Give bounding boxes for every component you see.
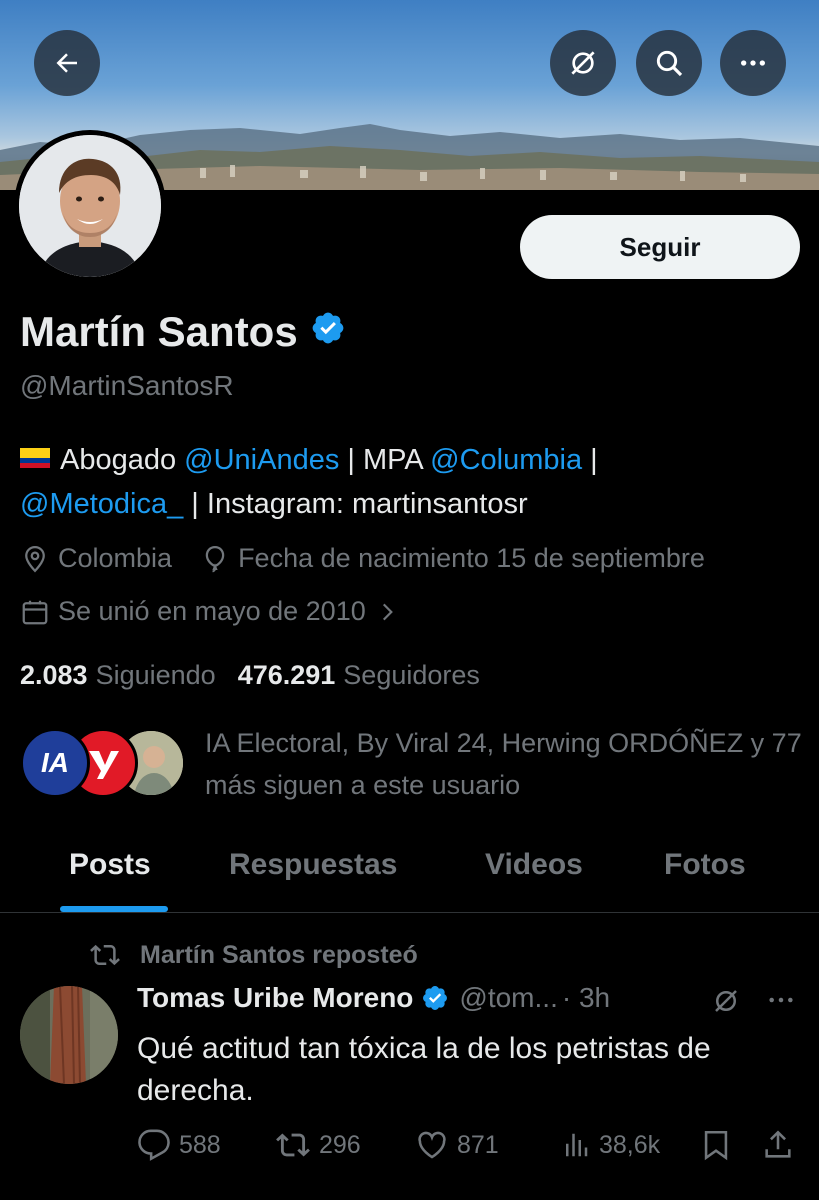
like-count: 871 (457, 1130, 499, 1159)
reply-action[interactable]: 588 (137, 1128, 221, 1162)
bio-link-columbia[interactable]: @Columbia (430, 444, 582, 476)
bio-text-1: Abogado (60, 444, 185, 476)
repost-icon (90, 944, 120, 966)
post-grok-icon[interactable] (711, 986, 741, 1023)
bookmark-icon (704, 1130, 728, 1161)
bio-text-3: | (582, 444, 598, 476)
more-options-button[interactable] (720, 30, 786, 96)
bio-link-metodica[interactable]: @Metodica_ (20, 488, 183, 520)
profile-name: Martín Santos (20, 308, 298, 355)
birthday-text: Fecha de nacimiento 15 de septiembre (238, 543, 705, 573)
profile-bio: Abogado @UniAndes | MPA @Columbia | @Meto… (20, 438, 800, 526)
location-icon (25, 545, 45, 572)
location-item: Colombia (20, 543, 172, 574)
bio-text-4: | Instagram: martinsantosr (183, 488, 528, 520)
post-header: Tomas Uribe Moreno @tom... · 3h (137, 982, 802, 1014)
profile-handle: @MartinSantosR (20, 370, 234, 401)
repost-indicator[interactable]: Martín Santos reposteó (88, 940, 418, 970)
tab-respuestas[interactable]: Respuestas (229, 848, 397, 882)
profile-tabs: Posts Respuestas Videos Fotos (0, 830, 819, 913)
post-author-avatar[interactable] (20, 986, 118, 1084)
profile-name-row: Martín Santos (20, 308, 346, 356)
repost-label: Martín Santos reposteó (140, 940, 418, 969)
calendar-icon (22, 600, 48, 624)
follow-button[interactable]: Seguir (520, 215, 800, 279)
like-icon (418, 1131, 446, 1159)
verified-badge-icon[interactable] (310, 308, 346, 356)
bio-text-2: | MPA (339, 444, 431, 476)
repost-icon (276, 1133, 310, 1157)
following-count[interactable]: 2.083 (20, 660, 88, 691)
views-action[interactable]: 38,6k (561, 1128, 660, 1162)
birthday-balloon-icon (205, 545, 225, 572)
colombia-flag-icon (20, 448, 50, 469)
back-arrow-icon (56, 53, 77, 73)
followers-count[interactable]: 476.291 (238, 660, 336, 691)
repost-count: 296 (319, 1130, 361, 1159)
profile-meta-row-2[interactable]: Se unió en mayo de 2010 (20, 596, 436, 627)
bookmark-action[interactable] (699, 1128, 741, 1162)
share-icon (765, 1130, 791, 1158)
share-action[interactable] (761, 1128, 803, 1162)
bio-link-uniandes[interactable]: @UniAndes (184, 444, 339, 476)
ia-electoral-logo-text: IA (41, 747, 69, 778)
tab-fotos[interactable]: Fotos (664, 848, 746, 882)
post-author-name[interactable]: Tomas Uribe Moreno (137, 982, 413, 1014)
tab-posts[interactable]: Posts (69, 848, 151, 882)
repost-action[interactable]: 296 (275, 1128, 361, 1162)
post-verified-badge-icon (421, 984, 449, 1012)
views-count: 38,6k (599, 1130, 661, 1159)
chevron-right-icon (382, 603, 393, 620)
like-action[interactable]: 871 (415, 1128, 499, 1162)
reply-count: 588 (179, 1130, 221, 1159)
following-label[interactable]: Siguiendo (96, 660, 216, 691)
post-actions: 588 296 871 38,6k (137, 1128, 802, 1168)
reply-icon (138, 1129, 170, 1161)
profile-avatar[interactable] (14, 130, 166, 282)
grok-button[interactable] (550, 30, 616, 96)
views-icon (566, 1133, 588, 1157)
profile-meta-row-1: Colombia Fecha de nacimiento 15 de septi… (20, 543, 733, 574)
joined-item[interactable]: Se unió en mayo de 2010 (20, 596, 408, 627)
post-author-handle[interactable]: @tom... (459, 982, 557, 1014)
search-button[interactable] (636, 30, 702, 96)
ia-electoral-avatar: IA (20, 728, 90, 798)
grok-icon (571, 51, 595, 75)
search-icon (656, 50, 683, 77)
post-more-icon[interactable] (765, 984, 797, 1023)
tab-videos[interactable]: Videos (485, 848, 583, 882)
followers-label[interactable]: Seguidores (343, 660, 480, 691)
post-text[interactable]: Qué actitud tan tóxica la de los petrist… (137, 1028, 802, 1112)
followed-by-text[interactable]: IA Electoral, By Viral 24, Herwing ORDÓÑ… (205, 722, 805, 806)
more-icon (741, 60, 765, 66)
post-time[interactable]: · 3h (562, 982, 610, 1014)
joined-text: Se unió en mayo de 2010 (58, 596, 366, 626)
location-text: Colombia (58, 543, 173, 573)
back-button[interactable] (34, 30, 100, 96)
birthday-item: Fecha de nacimiento 15 de septiembre (200, 543, 705, 574)
active-tab-indicator (60, 906, 168, 912)
follow-counts: 2.083 Siguiendo 476.291 Seguidores (20, 660, 502, 691)
